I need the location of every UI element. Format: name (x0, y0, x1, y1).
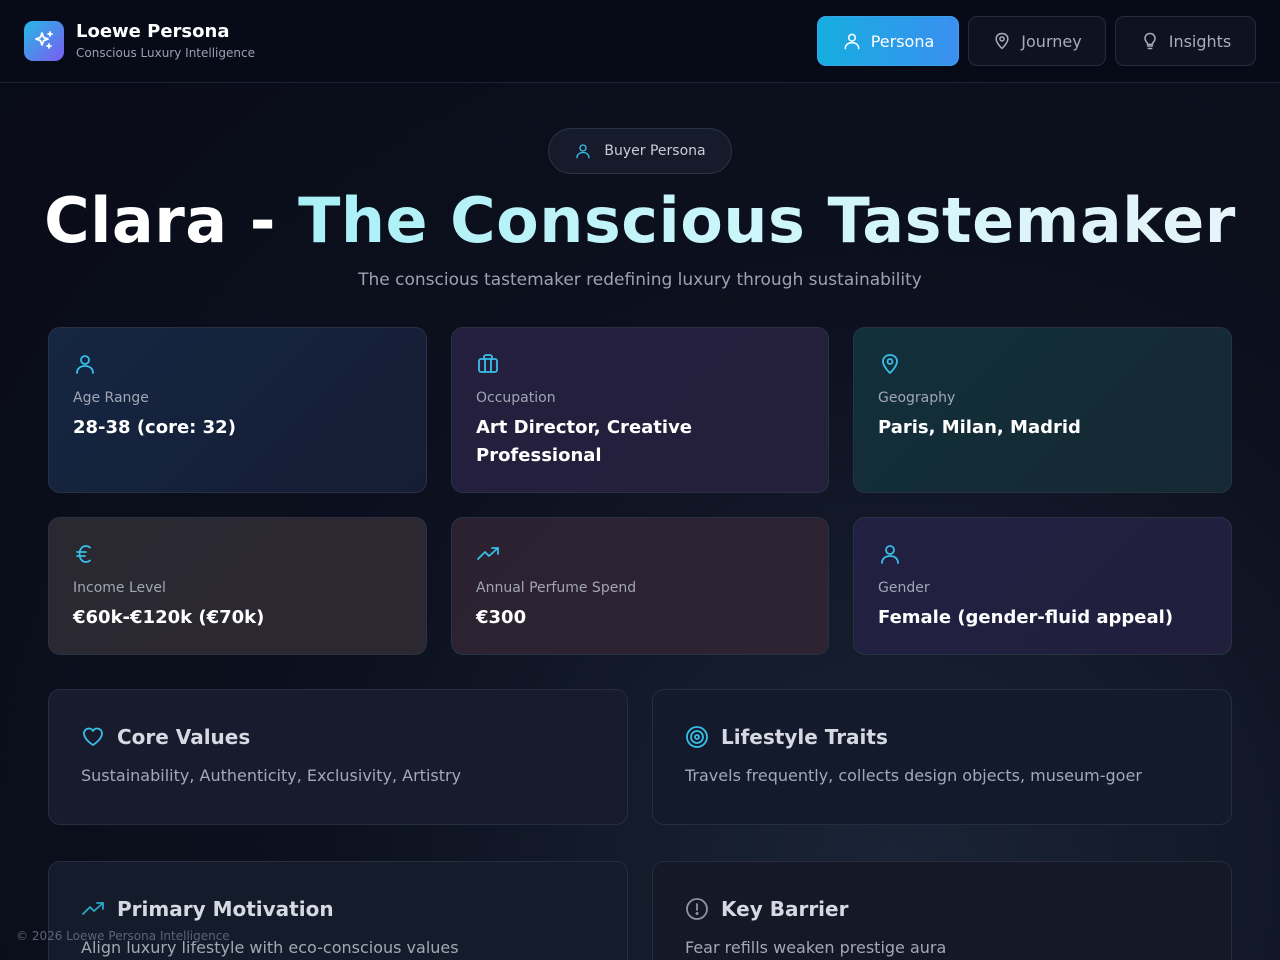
briefcase-icon (478, 354, 498, 373)
lightbulb-icon (1143, 32, 1156, 50)
stat-label: Geography (878, 390, 956, 406)
stat-value: Art Director, Creative Professional (476, 417, 693, 466)
stat-card-geography: Geography Paris, Milan, Madrid (853, 327, 1232, 493)
stat-label: Annual Perfume Spend (476, 580, 637, 596)
map-pin-icon (995, 32, 1009, 50)
info-text: Fear refills weaken prestige aura (685, 938, 947, 957)
euro-icon (76, 545, 91, 563)
persona-name: Clara - (44, 184, 299, 257)
nav-journey-label: Journey (1021, 31, 1082, 51)
nav-journey-button[interactable]: Journey (968, 16, 1106, 66)
trending-up-icon (477, 547, 499, 560)
user-icon (576, 144, 591, 159)
page-subtitle: The conscious tastemaker redefining luxu… (358, 270, 922, 290)
info-title: Key Barrier (721, 897, 849, 921)
footer-copyright: © 2026 Loewe Persona Intelligence (16, 929, 230, 943)
info-card-lifestyle: Lifestyle Traits Travels frequently, col… (652, 689, 1232, 825)
info-card-motivation: Primary Motivation Align luxury lifestyl… (48, 861, 628, 960)
brand[interactable]: Loewe Persona Conscious Luxury Intellige… (24, 20, 255, 61)
info-title: Primary Motivation (117, 897, 334, 921)
stat-value: €60k-€120k (€70k) (73, 607, 265, 628)
nav-persona-button[interactable]: Persona (817, 16, 959, 66)
stat-label: Occupation (476, 390, 556, 406)
stat-value: 28-38 (core: 32) (73, 417, 236, 438)
info-card-barrier: Key Barrier Fear refills weaken prestige… (652, 861, 1232, 960)
stat-label: Gender (878, 580, 930, 596)
heart-icon (83, 727, 103, 746)
stat-card-spend: Annual Perfume Spend €300 (451, 517, 829, 655)
info-card-core-values: Core Values Sustainability, Authenticity… (48, 689, 628, 825)
nav-insights-label: Insights (1168, 31, 1232, 51)
stat-value: Female (gender-fluid appeal) (878, 607, 1174, 628)
alert-circle-icon (686, 898, 708, 920)
badge-label: Buyer Persona (604, 143, 706, 159)
main-nav: Persona Journey Insights (817, 16, 1256, 66)
map-pin-icon (882, 354, 898, 374)
stat-card-gender: Gender Female (gender-fluid appeal) (853, 517, 1232, 655)
user-icon (881, 545, 899, 564)
buyer-persona-badge: Buyer Persona (548, 128, 732, 174)
nav-persona-label: Persona (870, 31, 935, 51)
info-text: Travels frequently, collects design obje… (685, 766, 1142, 785)
target-icon (686, 726, 708, 748)
stat-card-occupation: Occupation Art Director, Creative Profes… (451, 327, 829, 493)
stat-value: Paris, Milan, Madrid (878, 417, 1081, 438)
info-text: Sustainability, Authenticity, Exclusivit… (81, 766, 462, 785)
page-title: Clara - The Conscious Tastemaker (0, 184, 1280, 258)
stat-value: €300 (476, 607, 527, 628)
nav-insights-button[interactable]: Insights (1115, 16, 1256, 66)
stat-label: Age Range (73, 390, 149, 406)
info-title: Lifestyle Traits (721, 725, 888, 749)
brand-title: Loewe Persona (76, 21, 230, 42)
user-icon (844, 33, 860, 50)
sparkles-icon (24, 20, 64, 61)
stat-card-age: Age Range 28-38 (core: 32) (48, 327, 427, 493)
app-header: Loewe Persona Conscious Luxury Intellige… (0, 0, 1280, 83)
info-title: Core Values (117, 725, 251, 749)
stat-card-income: Income Level €60k-€120k (€70k) (48, 517, 427, 655)
persona-tagline: The Conscious Tastemaker (298, 184, 1236, 257)
trending-up-icon (82, 902, 104, 915)
stat-label: Income Level (73, 580, 166, 596)
user-icon (76, 355, 94, 374)
brand-subtitle: Conscious Luxury Intelligence (76, 46, 255, 60)
